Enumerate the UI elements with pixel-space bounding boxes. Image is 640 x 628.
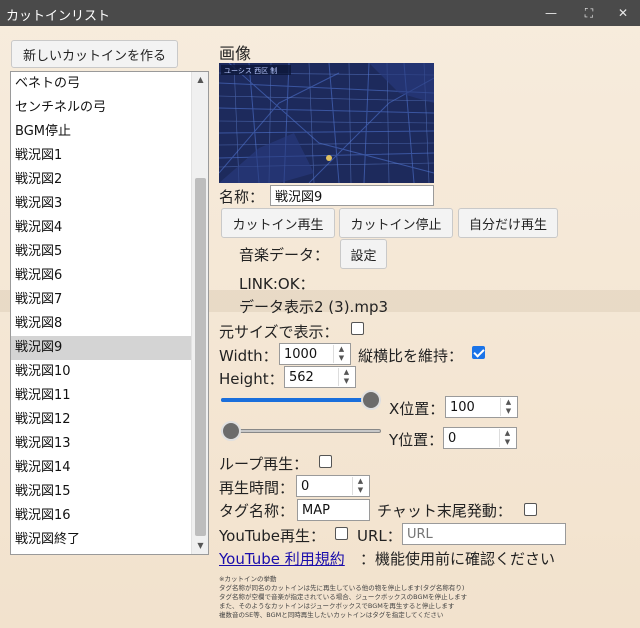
x-position-label: X位置：: [389, 400, 445, 418]
x-position-slider[interactable]: [221, 390, 381, 410]
map-preview-image: ユーシス 西区 制: [219, 63, 434, 183]
cutin-list-item[interactable]: 戦況図2: [11, 168, 191, 192]
cutin-list-item[interactable]: 戦況図7: [11, 288, 191, 312]
width-stepper[interactable]: ▲ ▼: [333, 345, 349, 363]
height-label: Height：: [219, 370, 284, 388]
tag-input[interactable]: [297, 499, 370, 521]
x-position-value: 100: [450, 400, 475, 415]
width-label: Width：: [219, 347, 278, 365]
cutin-list-item[interactable]: BGM停止: [11, 120, 191, 144]
loop-label: ループ再生：: [219, 455, 309, 473]
minimize-icon[interactable]: —: [540, 3, 562, 23]
music-label: 音楽データ：: [239, 246, 330, 264]
scroll-thumb[interactable]: [195, 178, 206, 536]
note-line: タグ名称が同名のカットインは先に再生している他の物を停止します(タグ名称有り): [219, 584, 465, 592]
cutin-list-item[interactable]: 戦況図14: [11, 456, 191, 480]
cutin-list-item[interactable]: 戦況図16: [11, 504, 191, 528]
note-line: ※カットインの挙動: [219, 575, 277, 583]
cutin-list-item[interactable]: ベネトの弓: [11, 72, 191, 96]
cutin-list-item[interactable]: センチネルの弓: [11, 96, 191, 120]
note-line: タグ名称が空欄で音楽が指定されている場合、ジュークボックスのBGMを停止します: [219, 593, 468, 601]
play-time-label: 再生時間：: [219, 479, 295, 497]
cutin-list-item[interactable]: 戦況図10: [11, 360, 191, 384]
self-play-button[interactable]: 自分だけ再生: [458, 208, 558, 238]
youtube-checkbox[interactable]: [335, 527, 348, 540]
cutin-list-item[interactable]: 戦況図3: [11, 192, 191, 216]
x-position-stepper[interactable]: ▲ ▼: [500, 398, 516, 416]
maximize-icon[interactable]: ⛶: [578, 3, 600, 23]
y-position-label: Y位置：: [389, 431, 444, 449]
original-size-label: 元サイズで表示：: [219, 323, 339, 341]
tag-label: タグ名称：: [219, 502, 295, 520]
y-position-slider[interactable]: [221, 421, 381, 441]
cutin-list-item[interactable]: 戦況図9: [11, 336, 191, 360]
scroll-down-icon[interactable]: ▼: [192, 538, 208, 554]
link-status: LINK:OK：: [239, 275, 315, 293]
music-file-name: データ表示2 (3).mp3: [239, 298, 389, 316]
url-label: URL：: [357, 527, 402, 545]
window-title: カットインリスト: [6, 9, 111, 24]
chat-end-checkbox[interactable]: [524, 503, 537, 516]
original-size-checkbox[interactable]: [351, 322, 364, 335]
cutin-list-item[interactable]: 戦況図15: [11, 480, 191, 504]
youtube-terms-note: ：機能使用前に確認ください: [360, 550, 556, 568]
youtube-label: YouTube再生：: [219, 527, 325, 545]
y-position-input[interactable]: 0 ▲ ▼: [443, 427, 517, 449]
x-slider-fill: [221, 398, 371, 402]
name-label: 名称：: [219, 188, 265, 206]
play-time-input[interactable]: 0 ▲ ▼: [296, 475, 370, 497]
cutin-list-item[interactable]: 戦況図12: [11, 408, 191, 432]
loop-checkbox[interactable]: [319, 455, 332, 468]
y-slider-thumb[interactable]: [221, 421, 241, 441]
image-label: 画像: [219, 44, 252, 63]
y-position-value: 0: [448, 431, 457, 446]
cutin-list-items: ベネトの弓 センチネルの弓 BGM停止 戦況図1 戦況図2 戦況図3 戦況図4 戦況図5 戦況図…: [11, 72, 208, 552]
play-time-value: 0: [301, 479, 310, 494]
x-slider-thumb[interactable]: [361, 390, 381, 410]
cutin-list-item[interactable]: 戦況図8: [11, 312, 191, 336]
play-time-stepper[interactable]: ▲ ▼: [352, 477, 368, 495]
image-preview: ユーシス 西区 制: [219, 63, 434, 183]
scroll-up-icon[interactable]: ▲: [192, 72, 208, 88]
cutin-notes: ※カットインの挙動 タグ名称が同名のカットインは先に再生している他の物を停止しま…: [219, 575, 467, 620]
chat-end-label: チャット末尾発動：: [377, 502, 512, 520]
cutin-list-item[interactable]: 戦況図1: [11, 144, 191, 168]
width-value: 1000: [284, 347, 318, 362]
cutin-list-item[interactable]: 戦況図終了: [11, 528, 191, 552]
new-cutin-button[interactable]: 新しいカットインを作る: [11, 40, 178, 68]
cutin-list-item[interactable]: 戦況図11: [11, 384, 191, 408]
note-line: 複数音のSE等、BGMと同時再生したいカットインはタグを指定してください: [219, 611, 444, 619]
height-stepper[interactable]: ▲ ▼: [338, 368, 354, 386]
url-input[interactable]: [402, 523, 566, 545]
aspect-checkbox[interactable]: [472, 346, 485, 359]
cutin-list-item[interactable]: 戦況図5: [11, 240, 191, 264]
window-titlebar[interactable]: カットインリスト — ⛶ ✕: [0, 0, 640, 26]
name-input[interactable]: [270, 185, 434, 206]
x-position-input[interactable]: 100 ▲ ▼: [445, 396, 518, 418]
play-cutin-button[interactable]: カットイン再生: [221, 208, 335, 238]
height-value: 562: [289, 370, 314, 385]
cutin-list-item[interactable]: 戦況図13: [11, 432, 191, 456]
y-slider-track: [221, 429, 381, 433]
height-input[interactable]: 562 ▲ ▼: [284, 366, 356, 388]
width-input[interactable]: 1000 ▲ ▼: [279, 343, 351, 365]
preview-overlay-text: ユーシス 西区 制: [224, 66, 277, 75]
aspect-label: 縦横比を維持：: [358, 347, 464, 365]
cutin-list[interactable]: ベネトの弓 センチネルの弓 BGM停止 戦況図1 戦況図2 戦況図3 戦況図4 戦況図5 戦況図…: [10, 71, 209, 555]
list-scrollbar[interactable]: ▲ ▼: [191, 72, 208, 554]
note-line: また、そのようなカットインはジュークボックスでBGMを再生すると停止します: [219, 602, 455, 610]
stop-cutin-button[interactable]: カットイン停止: [339, 208, 453, 238]
cutin-list-item[interactable]: 戦況図4: [11, 216, 191, 240]
close-icon[interactable]: ✕: [612, 3, 634, 23]
music-settings-button[interactable]: 設定: [340, 239, 387, 269]
y-position-stepper[interactable]: ▲ ▼: [499, 429, 515, 447]
cutin-list-item[interactable]: 戦況図6: [11, 264, 191, 288]
youtube-terms-link[interactable]: YouTube 利用規約: [219, 548, 345, 569]
